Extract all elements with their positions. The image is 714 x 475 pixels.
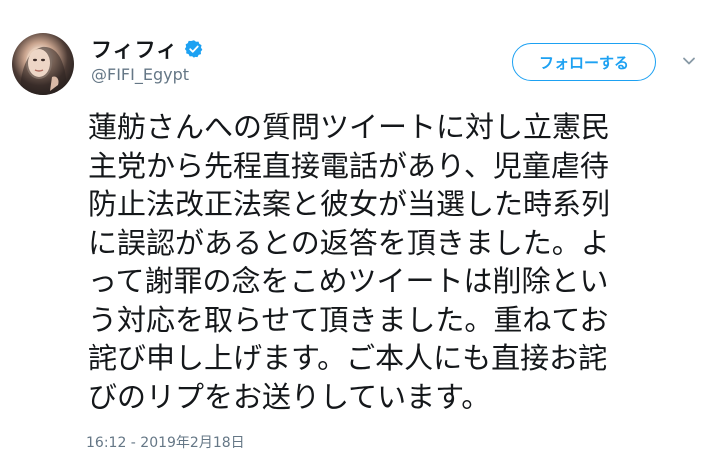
tweet-card: フィフィ @FIFI_Egypt フォローする 蓮舫さんへの質問ツイートに対し立… — [0, 0, 714, 475]
verified-badge-icon — [185, 40, 203, 58]
avatar-image — [20, 46, 67, 95]
author-avatar[interactable] — [12, 33, 74, 95]
tweet-timestamp[interactable]: 16:12 - 2019年2月18日 — [86, 432, 245, 452]
tweet-text-line: に誤認があるとの返答を頂きました。よ — [88, 225, 610, 260]
tweet-text-line: 詫び申し上げます。ご本人にも直接お詫 — [88, 341, 608, 375]
tweet-text-line: 主党から先程直接電話があり、児童虐待 — [88, 148, 609, 183]
follow-button-label: フォローする — [538, 53, 629, 72]
tweet-text-line: う対応を取らせて頂きました。重ねてお — [88, 302, 609, 337]
tweet-text: 蓮舫さんへの質問ツイートに対し立憲民 主党から先程直接電話があり、児童虐待 防止… — [88, 108, 698, 416]
author-display-name[interactable]: フィフィ — [91, 34, 178, 64]
follow-button[interactable]: フォローする — [512, 43, 656, 81]
author-handle[interactable]: @FIFI_Egypt — [91, 65, 189, 84]
tweet-text-line: 防止法改正法案と彼女が当選した時系列 — [88, 187, 611, 221]
tweet-text-line: びのリプをお送りしています。 — [88, 379, 491, 414]
tweet-text-line: 蓮舫さんへの質問ツイートに対し立憲民 — [88, 110, 611, 144]
chevron-down-icon[interactable] — [682, 56, 696, 66]
author-name-row: フィフィ — [91, 36, 204, 62]
tweet-text-line: って謝罪の念をこめツイートは削除とい — [88, 264, 609, 298]
